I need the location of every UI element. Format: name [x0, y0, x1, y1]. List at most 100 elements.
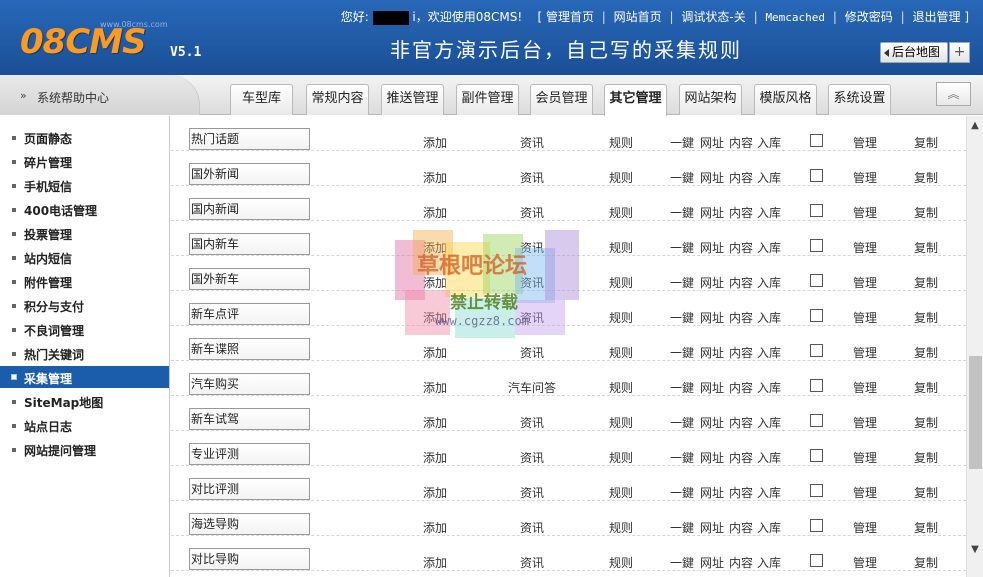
add-link[interactable]: 添加	[423, 414, 447, 431]
rule-link[interactable]: 规则	[609, 239, 633, 256]
one-key-link[interactable]: 一鍵	[670, 169, 694, 186]
one-key-link[interactable]: 一鍵	[670, 484, 694, 501]
sidebar-item-hot-keywords[interactable]: 热门关键词	[0, 342, 169, 364]
copy-link[interactable]: 复制	[914, 554, 938, 571]
url-link[interactable]: 网址	[700, 344, 724, 361]
url-link[interactable]: 网址	[700, 554, 724, 571]
manage-link[interactable]: 管理	[853, 169, 877, 186]
one-key-link[interactable]: 一鍵	[670, 309, 694, 326]
rule-link[interactable]: 规则	[609, 274, 633, 291]
row-checkbox[interactable]	[810, 414, 823, 427]
one-key-link[interactable]: 一鍵	[670, 519, 694, 536]
content-link[interactable]: 内容	[729, 344, 753, 361]
link-logout[interactable]: 退出管理	[912, 10, 960, 24]
url-link[interactable]: 网址	[700, 484, 724, 501]
manage-link[interactable]: 管理	[853, 134, 877, 151]
store-link[interactable]: 入库	[757, 134, 781, 151]
add-link[interactable]: 添加	[423, 449, 447, 466]
url-link[interactable]: 网址	[700, 309, 724, 326]
tab-push-management[interactable]: 推送管理	[381, 84, 444, 115]
manage-link[interactable]: 管理	[853, 449, 877, 466]
content-link[interactable]: 内容	[729, 204, 753, 221]
manage-link[interactable]: 管理	[853, 484, 877, 501]
one-key-link[interactable]: 一鍵	[670, 344, 694, 361]
manage-link[interactable]: 管理	[853, 414, 877, 431]
rule-link[interactable]: 规则	[609, 554, 633, 571]
add-link[interactable]: 添加	[423, 379, 447, 396]
manage-link[interactable]: 管理	[853, 344, 877, 361]
rule-name-field[interactable]: 新车点评	[189, 303, 310, 325]
content-link[interactable]: 内容	[729, 239, 753, 256]
rule-name-field[interactable]: 海选导购	[189, 513, 310, 535]
row-checkbox[interactable]	[810, 274, 823, 287]
rule-link[interactable]: 规则	[609, 169, 633, 186]
sidebar-item-attachments[interactable]: 附件管理	[0, 270, 169, 292]
rule-name-field[interactable]: 国内新车	[189, 233, 310, 255]
content-link[interactable]: 内容	[729, 379, 753, 396]
url-link[interactable]: 网址	[700, 204, 724, 221]
tab-site-architecture[interactable]: 网站架构	[679, 84, 742, 115]
store-link[interactable]: 入库	[757, 449, 781, 466]
content-link[interactable]: 内容	[729, 449, 753, 466]
sitemap-button[interactable]: 后台地图	[880, 42, 948, 63]
add-link[interactable]: 添加	[423, 169, 447, 186]
rule-link[interactable]: 规则	[609, 519, 633, 536]
row-checkbox[interactable]	[810, 204, 823, 217]
rule-link[interactable]: 规则	[609, 309, 633, 326]
rule-name-field[interactable]: 新车试驾	[189, 408, 310, 430]
rule-name-field[interactable]: 国内新闻	[189, 198, 310, 220]
url-link[interactable]: 网址	[700, 239, 724, 256]
row-checkbox[interactable]	[810, 169, 823, 182]
copy-link[interactable]: 复制	[914, 379, 938, 396]
content-link[interactable]: 内容	[729, 274, 753, 291]
row-checkbox[interactable]	[810, 519, 823, 532]
store-link[interactable]: 入库	[757, 519, 781, 536]
store-link[interactable]: 入库	[757, 309, 781, 326]
sidebar-item-votes[interactable]: 投票管理	[0, 222, 169, 244]
tab-car-models[interactable]: 车型库	[230, 84, 293, 115]
plus-button[interactable]: +	[949, 42, 970, 63]
link-debug-status[interactable]: 调试状态-关	[681, 10, 745, 24]
row-checkbox[interactable]	[810, 344, 823, 357]
url-link[interactable]: 网址	[700, 169, 724, 186]
rule-name-field[interactable]: 国外新车	[189, 268, 310, 290]
one-key-link[interactable]: 一鍵	[670, 204, 694, 221]
rule-link[interactable]: 规则	[609, 344, 633, 361]
sidebar-item-collection[interactable]: 采集管理	[0, 366, 169, 388]
copy-link[interactable]: 复制	[914, 169, 938, 186]
one-key-link[interactable]: 一鍵	[670, 414, 694, 431]
add-link[interactable]: 添加	[423, 204, 447, 221]
store-link[interactable]: 入库	[757, 169, 781, 186]
rule-link[interactable]: 规则	[609, 484, 633, 501]
copy-link[interactable]: 复制	[914, 309, 938, 326]
scroll-thumb[interactable]	[969, 356, 982, 469]
add-link[interactable]: 添加	[423, 134, 447, 151]
manage-link[interactable]: 管理	[853, 274, 877, 291]
rule-name-field[interactable]: 对比导购	[189, 548, 310, 570]
manage-link[interactable]: 管理	[853, 519, 877, 536]
manage-link[interactable]: 管理	[853, 204, 877, 221]
sidebar-item-sitemap[interactable]: SiteMap地图	[0, 390, 169, 412]
content-link[interactable]: 内容	[729, 309, 753, 326]
link-change-password[interactable]: 修改密码	[845, 10, 893, 24]
store-link[interactable]: 入库	[757, 274, 781, 291]
store-link[interactable]: 入库	[757, 344, 781, 361]
copy-link[interactable]: 复制	[914, 344, 938, 361]
rule-name-field[interactable]: 对比评测	[189, 478, 310, 500]
rule-name-field[interactable]: 新车谍照	[189, 338, 310, 360]
tab-sub-items[interactable]: 副件管理	[456, 84, 519, 115]
row-checkbox[interactable]	[810, 449, 823, 462]
one-key-link[interactable]: 一鍵	[670, 379, 694, 396]
content-link[interactable]: 内容	[729, 554, 753, 571]
row-checkbox[interactable]	[810, 134, 823, 147]
copy-link[interactable]: 复制	[914, 274, 938, 291]
content-link[interactable]: 内容	[729, 519, 753, 536]
vertical-scrollbar[interactable]: ▲ ▼	[966, 116, 983, 577]
add-link[interactable]: 添加	[423, 519, 447, 536]
url-link[interactable]: 网址	[700, 414, 724, 431]
row-checkbox[interactable]	[810, 554, 823, 567]
sidebar-item-points-payment[interactable]: 积分与支付	[0, 294, 169, 316]
help-center[interactable]: » 系统帮助中心	[0, 75, 200, 115]
one-key-link[interactable]: 一鍵	[670, 449, 694, 466]
rule-name-field[interactable]: 专业评测	[189, 443, 310, 465]
